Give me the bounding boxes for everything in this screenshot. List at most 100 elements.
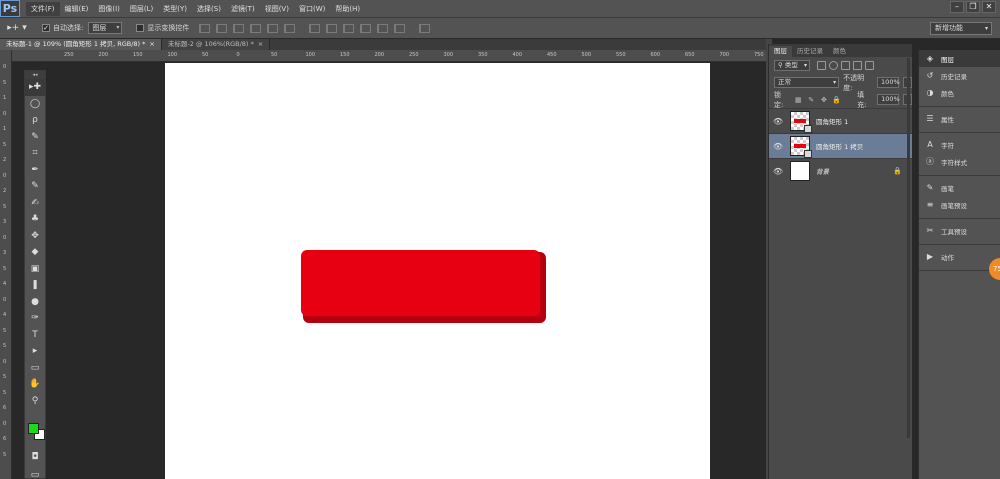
distribute-left-icon[interactable]	[360, 23, 372, 33]
pixel-filter-icon[interactable]	[817, 61, 826, 70]
layer-row[interactable]: 👁 背景 🔒	[769, 158, 912, 183]
menu-item[interactable]: 图层(L)	[125, 2, 158, 16]
smart-object-filter-icon[interactable]	[865, 61, 874, 70]
clone-stamp-icon[interactable]: ♣	[25, 211, 45, 228]
type-tool-icon[interactable]: T	[25, 327, 45, 344]
dock-item-画笔预设[interactable]: ≡ 画笔预设	[919, 196, 1000, 213]
menu-item[interactable]: 选择(S)	[192, 2, 226, 16]
menu-item[interactable]: 编辑(E)	[60, 2, 94, 16]
foreground-color-swatch[interactable]	[28, 423, 39, 434]
distribute-right-icon[interactable]	[394, 23, 406, 33]
auto-align-icon[interactable]	[419, 23, 431, 33]
pen-tool-icon[interactable]: ✑	[25, 310, 45, 327]
healing-brush-icon[interactable]: ✎	[25, 178, 45, 195]
distribute-bottom-icon[interactable]	[343, 23, 355, 33]
panel-tab[interactable]: 历史记录	[792, 46, 828, 57]
dock-item-图层[interactable]: ◈ 图层	[919, 50, 1000, 67]
zoom-tool-icon[interactable]: ⚲	[25, 393, 45, 410]
distribute-vcenter-icon[interactable]	[326, 23, 338, 33]
distribute-top-icon[interactable]	[309, 23, 321, 33]
fill-input[interactable]: 100%	[877, 94, 900, 105]
lock-position-icon[interactable]: ✥	[820, 95, 829, 104]
path-select-icon[interactable]: ▸	[25, 343, 45, 360]
history-brush-icon[interactable]: ✥	[25, 228, 45, 245]
eraser-tool-icon[interactable]: ◆	[25, 244, 45, 261]
close-icon[interactable]: ✕	[982, 1, 996, 13]
layer-row[interactable]: 👁 圆角矩形 1	[769, 108, 912, 133]
dock-label: 颜色	[941, 89, 954, 98]
ruler-label: 200	[98, 52, 109, 58]
panel-tab[interactable]: 图层	[769, 46, 792, 57]
lock-icon[interactable]: 🔒	[893, 167, 902, 175]
move-tool-preset-icon[interactable]: ▸+ ▾	[0, 17, 34, 39]
menu-item[interactable]: 类型(Y)	[158, 2, 192, 16]
document-tab[interactable]: 未标题-2 @ 106%(RGB/8) * ×	[161, 39, 271, 50]
menu-item[interactable]: 图像(I)	[93, 2, 125, 16]
screen-mode-icon[interactable]: ▭	[25, 467, 45, 479]
canvas-area[interactable]	[12, 63, 766, 479]
eye-icon[interactable]: 👁	[769, 117, 787, 126]
close-icon[interactable]: ×	[149, 39, 154, 50]
shape-filter-icon[interactable]	[853, 61, 862, 70]
align-hcenter-icon[interactable]	[267, 23, 279, 33]
align-bottom-icon[interactable]	[233, 23, 245, 33]
dock-item-动作[interactable]: ▶ 动作	[919, 248, 1000, 265]
restore-icon[interactable]: ❐	[966, 1, 980, 13]
panel-grip-icon[interactable]: ◂◂	[25, 71, 45, 79]
dock-item-属性[interactable]: ☰ 属性	[919, 110, 1000, 127]
minimize-icon[interactable]: –	[950, 1, 964, 13]
lock-transparent-icon[interactable]: ▦	[794, 95, 803, 104]
align-vcenter-icon[interactable]	[216, 23, 228, 33]
menu-item[interactable]: 视图(V)	[260, 2, 294, 16]
document-canvas[interactable]	[165, 63, 710, 479]
menu-item[interactable]: 帮助(H)	[330, 2, 365, 16]
blend-mode-dropdown[interactable]: 正常 ▾	[774, 77, 840, 88]
chevron-down-icon: ▾	[116, 24, 120, 31]
shape-tool-icon[interactable]: ▭	[25, 360, 45, 377]
dock-item-历史记录[interactable]: ↺ 历史记录	[919, 67, 1000, 84]
menu-item[interactable]: 滤镜(T)	[226, 2, 260, 16]
lasso-tool-icon[interactable]: ρ	[25, 112, 45, 129]
distribute-hcenter-icon[interactable]	[377, 23, 389, 33]
layers-scrollbar[interactable]	[907, 58, 910, 438]
adjustment-filter-icon[interactable]	[829, 61, 838, 70]
layer-kind-filter[interactable]: ⚲ 类型 ▾	[774, 60, 810, 71]
lock-all-icon[interactable]: 🔒	[832, 95, 841, 104]
auto-select-checkbox[interactable]: ✓ 自动选择:	[42, 23, 83, 33]
eye-icon[interactable]: 👁	[769, 142, 787, 151]
opacity-input[interactable]: 100%	[877, 77, 900, 88]
brush-tool-icon[interactable]: ✍	[25, 195, 45, 212]
eyedropper-tool-icon[interactable]: ✒	[25, 162, 45, 179]
dock-item-字符样式[interactable]: ⓐ 字符样式	[919, 153, 1000, 170]
auto-select-dropdown[interactable]: 图层 ▾	[88, 22, 123, 34]
blur-tool-icon[interactable]: ❚	[25, 277, 45, 294]
align-top-icon[interactable]	[199, 23, 211, 33]
gradient-tool-icon[interactable]: ▣	[25, 261, 45, 278]
dock-item-工具预设[interactable]: ✂ 工具预设	[919, 222, 1000, 239]
crop-tool-icon[interactable]: ⌗	[25, 145, 45, 162]
rounded-rectangle-shape[interactable]	[301, 250, 540, 316]
layer-list: 👁 圆角矩形 1 👁 圆角矩形 1 拷贝 👁 背景 🔒	[769, 108, 912, 183]
lock-image-icon[interactable]: ✎	[807, 95, 816, 104]
hand-tool-icon[interactable]: ✋	[25, 376, 45, 393]
marquee-tool-icon[interactable]: ◯	[25, 96, 45, 113]
dodge-tool-icon[interactable]: ●	[25, 294, 45, 311]
menu-item[interactable]: 窗口(W)	[294, 2, 330, 16]
dock-item-颜色[interactable]: ◑ 颜色	[919, 84, 1000, 101]
workspace-dropdown[interactable]: 新增功能 ▾	[930, 22, 992, 35]
move-tool-icon[interactable]: ▸✚	[25, 79, 45, 96]
align-right-icon[interactable]	[284, 23, 296, 33]
show-transform-checkbox[interactable]: 显示变换控件	[136, 23, 189, 33]
layer-row[interactable]: 👁 圆角矩形 1 拷贝	[769, 133, 912, 158]
panel-tab[interactable]: 颜色	[828, 46, 851, 57]
menu-item[interactable]: 文件(F)	[26, 1, 60, 16]
quick-mask-icon[interactable]: ◘	[25, 449, 45, 466]
eye-icon[interactable]: 👁	[769, 167, 787, 176]
document-tab[interactable]: 未标题-1 @ 109% (圆角矩形 1 拷贝, RGB/8) * ×	[0, 39, 162, 50]
dock-item-画笔[interactable]: ✎ 画笔	[919, 179, 1000, 196]
dock-item-字符[interactable]: A 字符	[919, 136, 1000, 153]
close-icon[interactable]: ×	[258, 39, 263, 50]
align-left-icon[interactable]	[250, 23, 262, 33]
type-filter-icon[interactable]	[841, 61, 850, 70]
quick-select-tool-icon[interactable]: ✎	[25, 129, 45, 146]
